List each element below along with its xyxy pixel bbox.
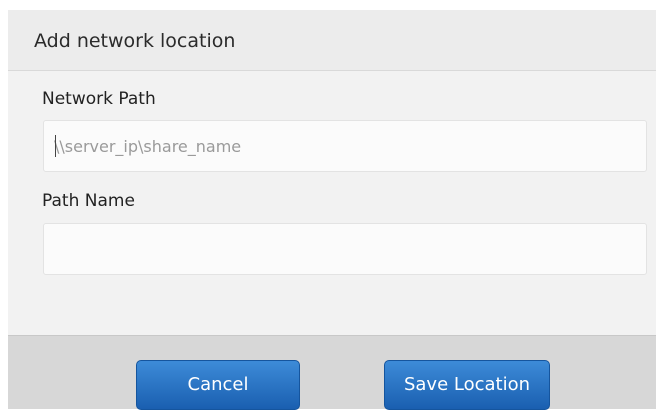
path-name-label: Path Name — [42, 191, 135, 211]
dialog-header: Add network location — [8, 10, 656, 71]
network-path-label: Network Path — [42, 89, 156, 109]
dialog-footer: Cancel Save Location — [8, 335, 656, 410]
text-cursor — [55, 135, 56, 157]
network-path-input[interactable] — [43, 120, 647, 172]
save-location-button[interactable]: Save Location — [384, 360, 550, 410]
path-name-input[interactable] — [43, 223, 647, 275]
add-network-location-dialog: Add network location Network Path Path N… — [8, 10, 656, 410]
dialog-title: Add network location — [34, 30, 236, 52]
cancel-button[interactable]: Cancel — [136, 360, 300, 410]
